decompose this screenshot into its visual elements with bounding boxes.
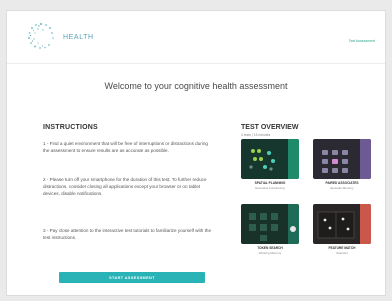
feature-match-preview-icon [317, 211, 355, 239]
spatial-planning-tile[interactable] [241, 139, 299, 179]
feature-match-tile[interactable] [313, 204, 371, 244]
start-assessment-button[interactable]: START ASSESSMENT [59, 272, 205, 283]
assessment-page: HEALTH Test Assessment Welcome to your c… [6, 10, 386, 296]
brand-name: HEALTH [63, 34, 94, 41]
test-overview-heading: TEST OVERVIEW [241, 124, 299, 131]
tile-side-panel [360, 139, 371, 179]
test-name: PAIRED ASSOCIATES [325, 181, 359, 185]
tile-side-panel [288, 204, 299, 244]
site-header: HEALTH Test Assessment [7, 11, 385, 64]
instructions-heading: INSTRUCTIONS [43, 124, 98, 131]
instruction-item: 1 - Find a quiet environment that will b… [43, 141, 208, 153]
test-name: SPATIAL PLANNING [254, 181, 286, 185]
test-assessment-link[interactable]: Test Assessment [349, 39, 375, 43]
paired-associates-preview-icon [322, 150, 348, 173]
instruction-item: 2 - Please turn off your smartphone for … [43, 177, 207, 196]
test-overview-subtitle: 4 tests | 15 minutes [241, 133, 271, 137]
test-description: Attention [336, 251, 348, 255]
instruction-item: 3 - Pay close attention to the interacti… [43, 228, 212, 240]
token-search-tile[interactable] [241, 204, 299, 244]
spatial-planning-preview-icon [249, 149, 275, 171]
test-name: FEATURE MATCH [328, 246, 356, 250]
tile-side-panel [288, 139, 299, 179]
tile-side-panel [360, 204, 371, 244]
token-marker-icon [290, 226, 296, 232]
test-description: Episodic Memory [330, 186, 354, 190]
token-search-preview-icon [249, 213, 278, 241]
test-description: Executive Functioning [255, 186, 285, 190]
page-title: Welcome to your cognitive health assessm… [104, 81, 288, 91]
test-name: TOKEN SEARCH [257, 246, 283, 250]
brain-logo-icon [28, 22, 54, 49]
paired-associates-tile[interactable] [313, 139, 371, 179]
test-description: Working Memory [258, 251, 282, 255]
